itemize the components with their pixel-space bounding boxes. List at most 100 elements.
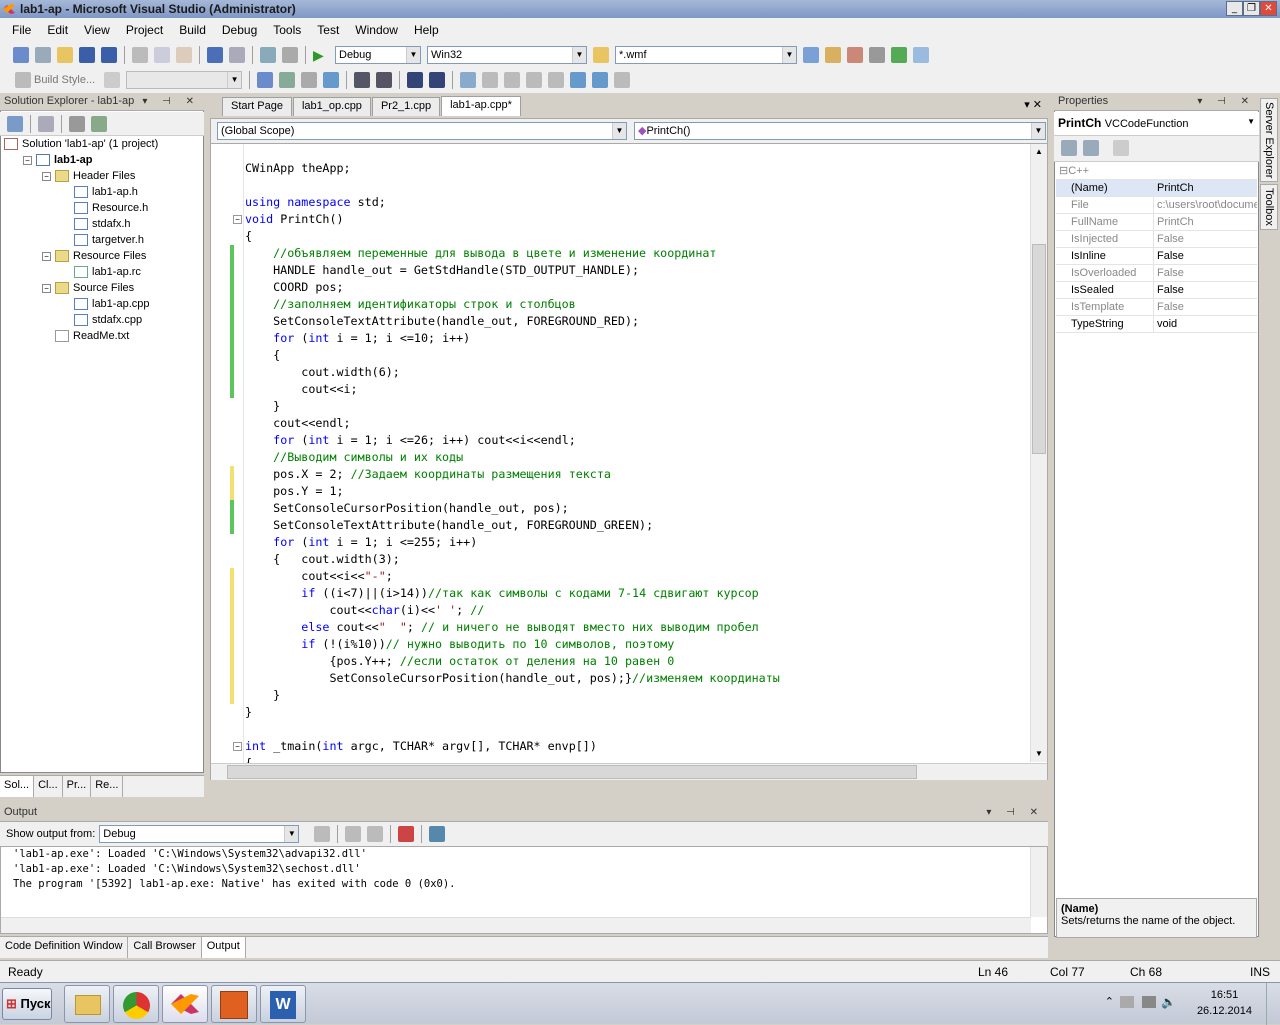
close-document-icon[interactable]: ▾ ✕ — [1024, 98, 1042, 111]
code-line[interactable]: COORD pos; — [245, 279, 780, 296]
paste-icon[interactable] — [176, 46, 192, 63]
parameter-info-icon[interactable] — [279, 72, 296, 88]
menu-window[interactable]: Window — [347, 23, 406, 37]
code-line[interactable]: } — [245, 398, 780, 415]
save-all-icon[interactable] — [101, 46, 117, 63]
code-line[interactable]: if (!(i%10))// нужно выводить по 10 симв… — [245, 636, 780, 653]
fold-toggle-icon[interactable]: − — [233, 215, 242, 224]
tab-property-manager[interactable]: Pr... — [63, 776, 92, 797]
show-hidden-icons[interactable]: ⌃ — [1105, 995, 1114, 1008]
next-bookmark-folder-icon[interactable] — [548, 72, 565, 88]
horizontal-scroll-thumb[interactable] — [227, 765, 917, 779]
network-icon[interactable] — [1142, 996, 1156, 1008]
code-line[interactable] — [245, 177, 780, 194]
collapse-toggle-icon[interactable]: − — [23, 155, 32, 165]
code-line[interactable]: SetConsoleCursorPosition(handle_out, pos… — [245, 500, 780, 517]
copy-icon[interactable] — [154, 46, 170, 63]
code-line[interactable]: int _tmain(int argc, TCHAR* argv[], TCHA… — [245, 738, 780, 755]
start-debugging-icon[interactable]: ▶ — [313, 47, 329, 63]
code-line[interactable]: SetConsoleTextAttribute(handle_out, FORE… — [245, 517, 780, 534]
code-line[interactable]: for (int i = 1; i <=255; i++) — [245, 534, 780, 551]
properties-window-icon[interactable] — [825, 46, 841, 63]
code-line[interactable]: //объявляем переменные для вывода в цвет… — [245, 245, 780, 262]
tab-output[interactable]: Output — [201, 937, 246, 958]
menu-build[interactable]: Build — [171, 23, 214, 37]
collapse-toggle-icon[interactable]: − — [42, 283, 51, 293]
code-line[interactable]: pos.Y = 1; — [245, 483, 780, 500]
new-project-icon[interactable] — [13, 46, 29, 63]
menu-help[interactable]: Help — [406, 23, 447, 37]
tab-lab1-ap-cpp[interactable]: lab1-ap.cpp* — [441, 96, 521, 116]
fold-toggle-icon[interactable]: − — [233, 742, 242, 751]
code-line[interactable]: for (int i = 1; i <=10; i++) — [245, 330, 780, 347]
clear-bookmarks-icon[interactable] — [614, 72, 631, 88]
word-taskbar-button[interactable]: W — [260, 985, 306, 1023]
close-button[interactable]: ✕ — [1260, 1, 1277, 16]
code-line[interactable]: { cout.width(3); — [245, 551, 780, 568]
tree-item[interactable]: lab1-ap.h — [4, 184, 202, 200]
chevron-down-icon[interactable]: ▼ — [1247, 117, 1255, 126]
code-line[interactable]: else cout<<" "; // и ничего не выводят в… — [245, 619, 780, 636]
properties-icon[interactable] — [7, 115, 23, 132]
solution-config-select[interactable]: Debug ▼ — [335, 45, 421, 64]
properties-object-select[interactable]: PrintCh VCCodeFunction ▼ — [1054, 112, 1259, 136]
code-line[interactable]: SetConsoleCursorPosition(handle_out, pos… — [245, 670, 779, 687]
property-row[interactable]: IsTemplate False — [1056, 299, 1257, 316]
tab-toolbox[interactable]: Toolbox — [1260, 184, 1278, 231]
code-line[interactable]: SetConsoleTextAttribute(handle_out, FORE… — [245, 313, 780, 330]
tree-item[interactable]: Solution 'lab1-ap' (1 project) — [4, 136, 202, 152]
tree-item[interactable]: lab1-ap.cpp — [4, 296, 202, 312]
navigate-forward-icon[interactable] — [282, 46, 298, 63]
show-all-files-icon[interactable] — [38, 115, 54, 132]
code-line[interactable]: { — [245, 228, 780, 245]
tab-start-page[interactable]: Start Page — [222, 97, 292, 116]
property-row[interactable]: IsSealed False — [1056, 282, 1257, 299]
maximize-button[interactable]: ❐ — [1243, 1, 1260, 16]
code-line[interactable]: void PrintCh() — [245, 211, 780, 228]
menu-view[interactable]: View — [76, 23, 118, 37]
show-desktop-button[interactable] — [1266, 983, 1280, 1025]
menu-project[interactable]: Project — [118, 23, 171, 37]
next-bookmark-icon[interactable] — [504, 72, 521, 88]
code-line[interactable]: } — [245, 687, 780, 704]
horizontal-scrollbar[interactable] — [211, 763, 1047, 780]
tab-pr2-1-cpp[interactable]: Pr2_1.cpp — [371, 97, 441, 116]
prev-bookmark-folder-icon[interactable] — [526, 72, 543, 88]
solution-platform-select[interactable]: Win32 ▼ — [427, 45, 587, 64]
vertical-scrollbar[interactable]: ▲ ▼ — [1030, 144, 1047, 762]
menu-test[interactable]: Test — [309, 23, 347, 37]
list-members-icon[interactable] — [257, 72, 274, 88]
property-row[interactable]: IsInline False — [1056, 248, 1257, 265]
property-row[interactable]: TypeString void — [1056, 316, 1257, 333]
code-line[interactable]: cout<<endl; — [245, 415, 780, 432]
start-button[interactable]: ⊞ Пуск — [2, 988, 52, 1020]
output-vscroll[interactable] — [1030, 847, 1047, 917]
quick-info-icon[interactable] — [301, 72, 318, 88]
pin-close-icons[interactable]: ▾ ⊣ ✕ — [142, 93, 200, 110]
class-diagram-icon[interactable] — [91, 115, 107, 132]
system-clock[interactable]: 16:51 26.12.2014 — [1197, 987, 1252, 1019]
prev-bookmark-doc-icon[interactable] — [570, 72, 587, 88]
code-area[interactable]: CWinApp theApp; using namespace std; void… — [245, 160, 780, 772]
tab-server-explorer[interactable]: Server Explorer — [1260, 98, 1278, 183]
code-line[interactable]: cout<<i; — [245, 381, 780, 398]
property-row[interactable]: FullName PrintCh — [1056, 214, 1257, 231]
cancel-build-icon[interactable] — [104, 72, 121, 88]
code-line[interactable] — [245, 721, 780, 738]
redo-icon[interactable] — [229, 46, 245, 63]
other-windows-icon[interactable] — [913, 46, 929, 63]
code-line[interactable]: //Выводим символы и их коды — [245, 449, 780, 466]
tab-solution-explorer[interactable]: Sol... — [0, 776, 35, 797]
clear-all-icon[interactable] — [398, 826, 415, 842]
prev-bookmark-icon[interactable] — [482, 72, 499, 88]
object-browser-icon[interactable] — [847, 46, 863, 63]
menu-debug[interactable]: Debug — [214, 23, 265, 37]
categorized-icon[interactable] — [1061, 140, 1077, 156]
tree-item[interactable]: − Source Files — [4, 280, 202, 296]
toggle-bookmark-icon[interactable] — [460, 72, 477, 88]
comment-out-icon[interactable] — [407, 72, 424, 88]
menu-tools[interactable]: Tools — [265, 23, 309, 37]
code-line[interactable]: cout<<i<<"-"; — [245, 568, 780, 585]
tree-item[interactable]: stdafx.cpp — [4, 312, 202, 328]
prev-message-icon[interactable] — [345, 826, 362, 842]
